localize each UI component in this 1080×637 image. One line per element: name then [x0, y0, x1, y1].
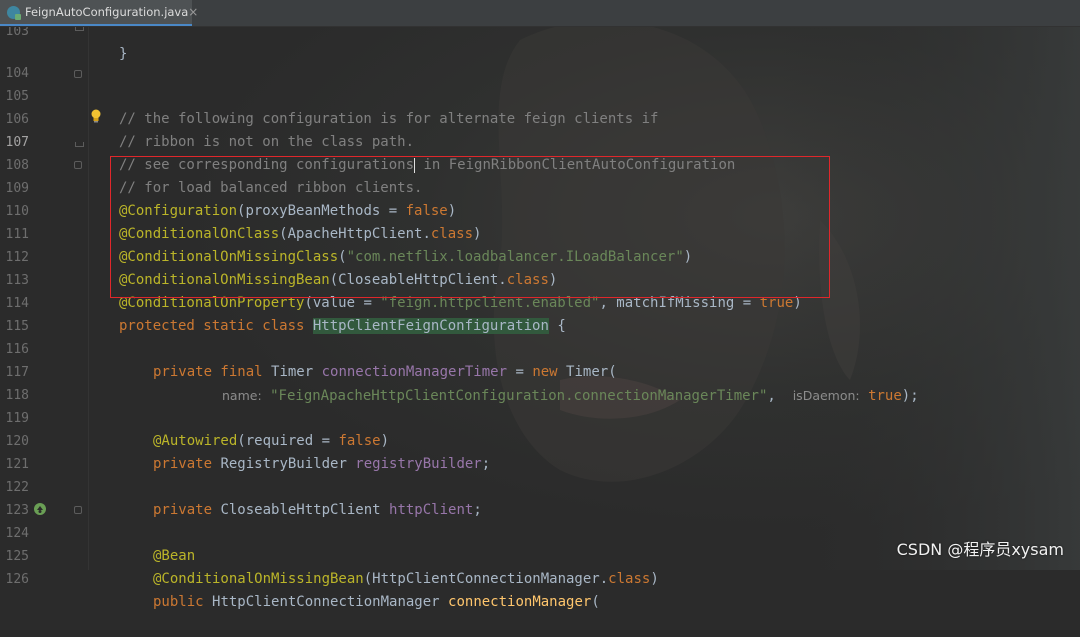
keyword: class — [608, 571, 651, 587]
fold-toggle-icon[interactable] — [74, 506, 82, 514]
code-text: public HttpClientConnectionManager conne… — [153, 591, 600, 614]
tab-feign-auto-configuration[interactable]: FeignAutoConfiguration.java × — [0, 0, 198, 26]
code-line-107: 107 // see corresponding configurations … — [0, 108, 1080, 173]
code-token: (HttpClientConnectionManager. — [363, 571, 609, 587]
code-line-113: 113 @ConditionalOnProperty(value = "feig… — [0, 246, 1080, 311]
line-number: 126 — [5, 572, 29, 587]
annotation: @ConditionalOnMissingBean — [153, 571, 364, 587]
code-token: HttpClientConnectionManager — [212, 594, 449, 610]
java-class-icon — [7, 5, 21, 20]
code-line-117: 117 name: "FeignApacheHttpClientConfigur… — [0, 338, 1080, 404]
code-line-104: 104 — [0, 39, 1080, 81]
spring-bean-icon[interactable] — [33, 502, 47, 516]
code-line-110: 110 @ConditionalOnClass(ApacheHttpClient… — [0, 177, 1080, 242]
code-token: ) — [650, 571, 659, 587]
code-line-115: 115 — [0, 292, 1080, 334]
code-line-116: 116 private final Timer connectionManage… — [0, 315, 1080, 380]
code-token: ( — [591, 594, 600, 610]
code-line-119: 119 @Autowired(required = false) — [0, 384, 1080, 449]
fold-toggle-icon[interactable] — [74, 161, 82, 169]
code-line-112: 112 @ConditionalOnMissingBean(CloseableH… — [0, 223, 1080, 288]
code-line-114: 114 protected static class HttpClientFei… — [0, 269, 1080, 334]
code-line-106: 106 // ribbon is not on the class path. — [0, 85, 1080, 150]
code-line-122: 122 private CloseableHttpClient httpClie… — [0, 453, 1080, 518]
code-line-118: 118 — [0, 361, 1080, 403]
close-icon[interactable]: × — [188, 5, 198, 19]
code-line-121: 121 — [0, 430, 1080, 472]
code-line-111: 111 @ConditionalOnMissingClass("com.netf… — [0, 200, 1080, 265]
code-editor[interactable]: 103 } 104 105 // the following configura… — [0, 6, 1080, 610]
code-line-123: 123 — [0, 476, 1080, 518]
keyword: public — [153, 594, 213, 610]
lightbulb-icon[interactable] — [90, 109, 102, 123]
code-line-109: 109 @Configuration(proxyBeanMethods = fa… — [0, 154, 1080, 219]
method-name: connectionManager — [448, 594, 592, 610]
code-line-108: 108 // for load balanced ribbon clients. — [0, 131, 1080, 196]
code-line-105: 105 // the following configuration is fo… — [0, 62, 1080, 127]
code-line-124: 124 @Bean — [0, 499, 1080, 564]
editor-tab-bar: FeignAutoConfiguration.java × — [0, 0, 1080, 27]
fold-toggle-icon[interactable] — [74, 70, 82, 78]
fold-end-icon[interactable] — [75, 142, 84, 147]
watermark: CSDN @程序员xysam — [896, 540, 1064, 559]
tab-label: FeignAutoConfiguration.java — [25, 5, 189, 19]
code-line-120: 120 private RegistryBuilder registryBuil… — [0, 407, 1080, 472]
code-text: @ConditionalOnMissingBean(HttpClientConn… — [153, 568, 659, 591]
